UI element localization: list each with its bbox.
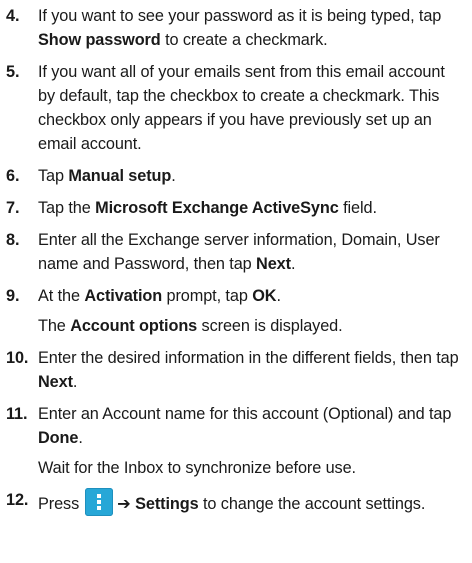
step-6: 6. Tap Manual setup. [0, 164, 472, 188]
text-run: Tap [38, 167, 69, 185]
text-run: to change the account settings. [198, 495, 426, 513]
step-8: 8. Enter all the Exchange server informa… [0, 228, 472, 276]
step-number: 6. [6, 167, 20, 185]
step-9: 9. At the Activation prompt, tap OK. The… [0, 284, 472, 338]
text-run: . [276, 287, 281, 305]
step-12: 12. Press ➔ Settings to change the accoun… [0, 488, 472, 516]
text-run: . [171, 167, 176, 185]
bold-term: Show password [38, 31, 161, 49]
step-text: Tap the Microsoft Exchange ActiveSync fi… [38, 199, 377, 217]
step-text: Enter all the Exchange server informatio… [38, 231, 440, 273]
step-text: Tap Manual setup. [38, 167, 176, 185]
text-run: . [290, 255, 296, 273]
step-subtext: The Account options screen is displayed. [38, 314, 464, 338]
text-run: to create a checkmark. [160, 31, 328, 49]
bold-term: Manual setup [68, 167, 172, 185]
menu-icon [85, 488, 114, 516]
step-text: Enter an Account name for this account (… [38, 405, 451, 447]
text-run: . [78, 429, 83, 447]
step-4: 4. If you want to see your password as i… [0, 4, 472, 52]
step-11: 11. Enter an Account name for this accou… [0, 402, 472, 480]
bold-term: OK [252, 287, 277, 305]
step-subtext: Wait for the Inbox to synchronize before… [38, 459, 356, 477]
step-number: 12. [6, 491, 29, 509]
bold-term: Settings [135, 495, 199, 513]
document-page: 4. If you want to see your password as i… [0, 0, 472, 563]
step-7: 7. Tap the Microsoft Exchange ActiveSync… [0, 196, 472, 220]
bold-term: Microsoft Exchange ActiveSync [95, 199, 339, 217]
text-run: screen is displayed. [197, 317, 343, 335]
text-run: If you want to see your password as it i… [38, 7, 442, 25]
step-number: 4. [6, 7, 20, 25]
text-run: field. [338, 199, 377, 217]
bold-term: Account options [70, 317, 198, 335]
step-number: 7. [6, 199, 20, 217]
step-number: 11. [6, 405, 28, 423]
text-run: Press [38, 495, 80, 513]
step-number: 5. [6, 63, 20, 81]
text-run: Enter an Account name for this account (… [38, 405, 452, 423]
step-text: If you want to see your password as it i… [38, 7, 441, 49]
step-number: 10. [6, 349, 29, 367]
instruction-list: 4. If you want to see your password as i… [0, 4, 472, 516]
bold-term: Activation [84, 287, 163, 305]
step-5: 5. If you want all of your emails sent f… [0, 60, 472, 156]
text-run: prompt, tap [162, 287, 253, 305]
step-text: Enter the desired information in the dif… [38, 349, 459, 391]
bold-term: Next [256, 255, 291, 273]
arrow-icon: ➔ [117, 495, 131, 513]
step-text: If you want all of your emails sent from… [38, 63, 445, 153]
text-run: Enter the desired information in the dif… [38, 349, 459, 367]
text-run: At the [38, 287, 85, 305]
step-number: 9. [6, 287, 20, 305]
text-run: . [72, 373, 78, 391]
text-run: Enter all the Exchange server informatio… [38, 231, 440, 273]
step-text: Press ➔ Settings to change the account se… [38, 488, 426, 516]
bold-term: Done [38, 429, 79, 447]
step-10: 10. Enter the desired information in the… [0, 346, 472, 394]
step-number: 8. [6, 231, 20, 249]
text-run: Tap the [38, 199, 96, 217]
text-run: The [38, 317, 71, 335]
bold-term: Next [38, 373, 73, 391]
step-text: At the Activation prompt, tap OK. [38, 287, 281, 305]
